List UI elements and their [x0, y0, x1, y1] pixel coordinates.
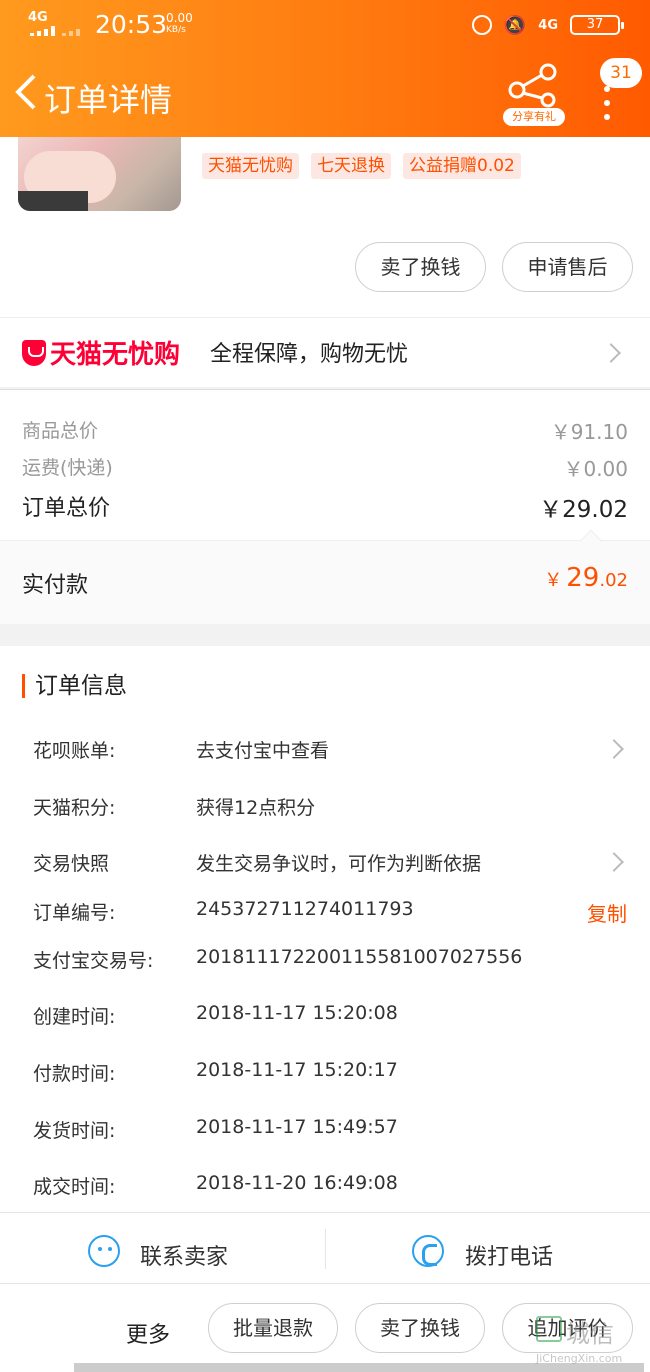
assurance-slogan: 全程保障，购物无忧 [210, 342, 409, 367]
more-actions-button[interactable]: 更多 [126, 1317, 170, 1349]
paid-currency: ￥ [544, 570, 563, 591]
status-time: 20:53 [95, 10, 168, 39]
call-phone-label: 拨打电话 [465, 1245, 554, 1270]
paid-integer: 29 [566, 563, 600, 593]
watermark-url: JiChengXin.com [536, 1352, 623, 1365]
shipped-time-row: 发货时间: 2018-11-17 15:49:57 [33, 1116, 633, 1146]
info-label: 订单编号: [33, 902, 116, 924]
info-label: 成交时间: [33, 1176, 116, 1198]
signal-label-2: 4G [538, 17, 558, 33]
paid-amount-row: 实付款 ￥ 29.02 [0, 529, 650, 624]
info-value: 2018-11-17 15:20:17 [196, 1059, 398, 1081]
closed-time-row: 成交时间: 2018-11-20 16:49:08 [33, 1172, 633, 1202]
order-number-row: 订单编号: 245372711274011793 复制 [33, 898, 633, 928]
goods-total-label: 商品总价 [22, 420, 99, 442]
sell-for-cash-button[interactable]: 卖了换钱 [355, 242, 486, 292]
order-total-label: 订单总价 [22, 496, 111, 521]
info-label: 花呗账单: [33, 740, 116, 762]
order-total-value: ￥29.02 [539, 497, 628, 523]
page-title: 订单详情 [44, 81, 173, 119]
network-speed-value: 0.00 [166, 11, 193, 25]
created-time-row: 创建时间: 2018-11-17 15:20:08 [33, 1002, 633, 1032]
info-label: 天猫积分: [33, 797, 116, 819]
shipping-row: 运费(快递) ￥0.00 [22, 453, 628, 482]
shipping-label: 运费(快递) [22, 457, 113, 479]
info-value: 2018-11-17 15:49:57 [196, 1116, 398, 1138]
status-bar: 4G 20:53 0.00 KB/s 🔕 4G 37 [0, 0, 650, 50]
mute-bell-icon: 🔕 [503, 14, 527, 36]
tag-tmall-worry-free: 天猫无忧购 [202, 153, 299, 179]
network-speed-unit: KB/s [166, 25, 186, 35]
call-phone-button[interactable]: 拨打电话 [325, 1213, 650, 1283]
tmall-points-row: 天猫积分: 获得12点积分 [33, 793, 633, 823]
alarm-icon [471, 15, 492, 35]
message-badge[interactable]: 31 [600, 58, 642, 88]
signal-label: 4G [28, 10, 48, 25]
price-summary: 商品总价 ￥91.10 运费(快递) ￥0.00 订单总价 ￥29.02 实付款… [0, 389, 650, 624]
share-label: 分享有礼 [503, 108, 565, 126]
tag-charity: 公益捐赠0.02 [403, 153, 521, 179]
order-info-heading: 订单信息 [22, 674, 127, 698]
phone-icon [412, 1235, 444, 1267]
product-thumbnail[interactable] [18, 137, 181, 211]
info-value: 2018111722001155810070275​56 [196, 946, 523, 968]
alipay-trade-row: 支付宝交易号: 2018111722001155810070275​56 [33, 946, 633, 976]
info-label: 创建时间: [33, 1006, 116, 1028]
info-label: 支付宝交易号: [33, 950, 154, 972]
chevron-right-icon [604, 852, 624, 872]
goods-total-row: 商品总价 ￥91.10 [22, 416, 628, 445]
goods-total-value: ￥91.10 [550, 420, 628, 444]
product-card: 天猫无忧购 七天退换 公益捐赠0.02 卖了换钱 申请售后 天猫无忧购 全程保障… [0, 137, 650, 387]
back-icon[interactable] [10, 72, 44, 112]
info-value: 2018-11-17 15:20:08 [196, 1002, 398, 1024]
info-label: 付款时间: [33, 1063, 116, 1085]
info-value: 发生交易争议时，可作为判断依据 [196, 853, 482, 875]
sell-for-cash-bottom-button[interactable]: 卖了换钱 [355, 1303, 485, 1353]
watermark-logo-icon [536, 1316, 562, 1342]
share-icon [508, 63, 557, 108]
assurance-row[interactable]: 天猫无忧购 全程保障，购物无忧 [0, 317, 650, 387]
contact-seller-label: 联系卖家 [140, 1245, 229, 1270]
trade-snapshot-row[interactable]: 交易快照 发生交易争议时，可作为判断依据 [33, 849, 633, 879]
info-value: 获得12点积分 [196, 797, 316, 819]
order-info-section: 订单信息 花呗账单: 去支付宝中查看 天猫积分: 获得12点积分 交易快照 发生… [0, 646, 650, 1212]
network-speed: 0.00 KB/s [166, 12, 193, 36]
watermark-text: 城信 [566, 1320, 614, 1348]
huabei-bill-row[interactable]: 花呗账单: 去支付宝中查看 [33, 736, 633, 766]
contact-seller-button[interactable]: 联系卖家 [0, 1213, 325, 1283]
status-icons: 🔕 4G 37 [471, 12, 624, 38]
signal-bars-icon [30, 26, 86, 36]
info-value: 2018-11-20 16:49:08 [196, 1172, 398, 1194]
assurance-brand: 天猫无忧购 [50, 340, 181, 370]
info-label: 交易快照 [33, 853, 110, 875]
nav-bar: 订单详情 分享有礼 31 [0, 50, 650, 137]
watermark: 城信 JiChengXin.com [536, 1312, 650, 1372]
tmall-shield-icon [22, 340, 46, 366]
order-total-row: 订单总价 ￥29.02 [22, 490, 628, 524]
shipping-value: ￥0.00 [563, 457, 628, 481]
tag-seven-day-return: 七天退换 [311, 153, 391, 179]
chat-smile-icon [88, 1235, 120, 1267]
paid-amount: ￥ 29.02 [544, 563, 628, 593]
info-value: 245372711274011793 [196, 898, 414, 920]
paid-time-row: 付款时间: 2018-11-17 15:20:17 [33, 1059, 633, 1089]
info-value: 去支付宝中查看 [196, 740, 330, 762]
info-label: 发货时间: [33, 1120, 116, 1142]
apply-after-sales-button[interactable]: 申请售后 [502, 242, 633, 292]
more-menu-icon[interactable] [596, 86, 618, 120]
app-header: 4G 20:53 0.00 KB/s 🔕 4G 37 订单详情 分享有礼 31 [0, 0, 650, 137]
share-button[interactable]: 分享有礼 [503, 62, 565, 126]
chevron-right-icon [604, 739, 624, 759]
battery-icon: 37 [570, 15, 624, 35]
copy-order-number-button[interactable]: 复制 [587, 898, 627, 927]
batch-refund-button[interactable]: 批量退款 [208, 1303, 338, 1353]
paid-label: 实付款 [22, 573, 89, 598]
paid-decimal: .02 [599, 570, 628, 591]
chevron-right-icon [601, 343, 621, 363]
product-tags: 天猫无忧购 七天退换 公益捐赠0.02 [202, 153, 521, 179]
